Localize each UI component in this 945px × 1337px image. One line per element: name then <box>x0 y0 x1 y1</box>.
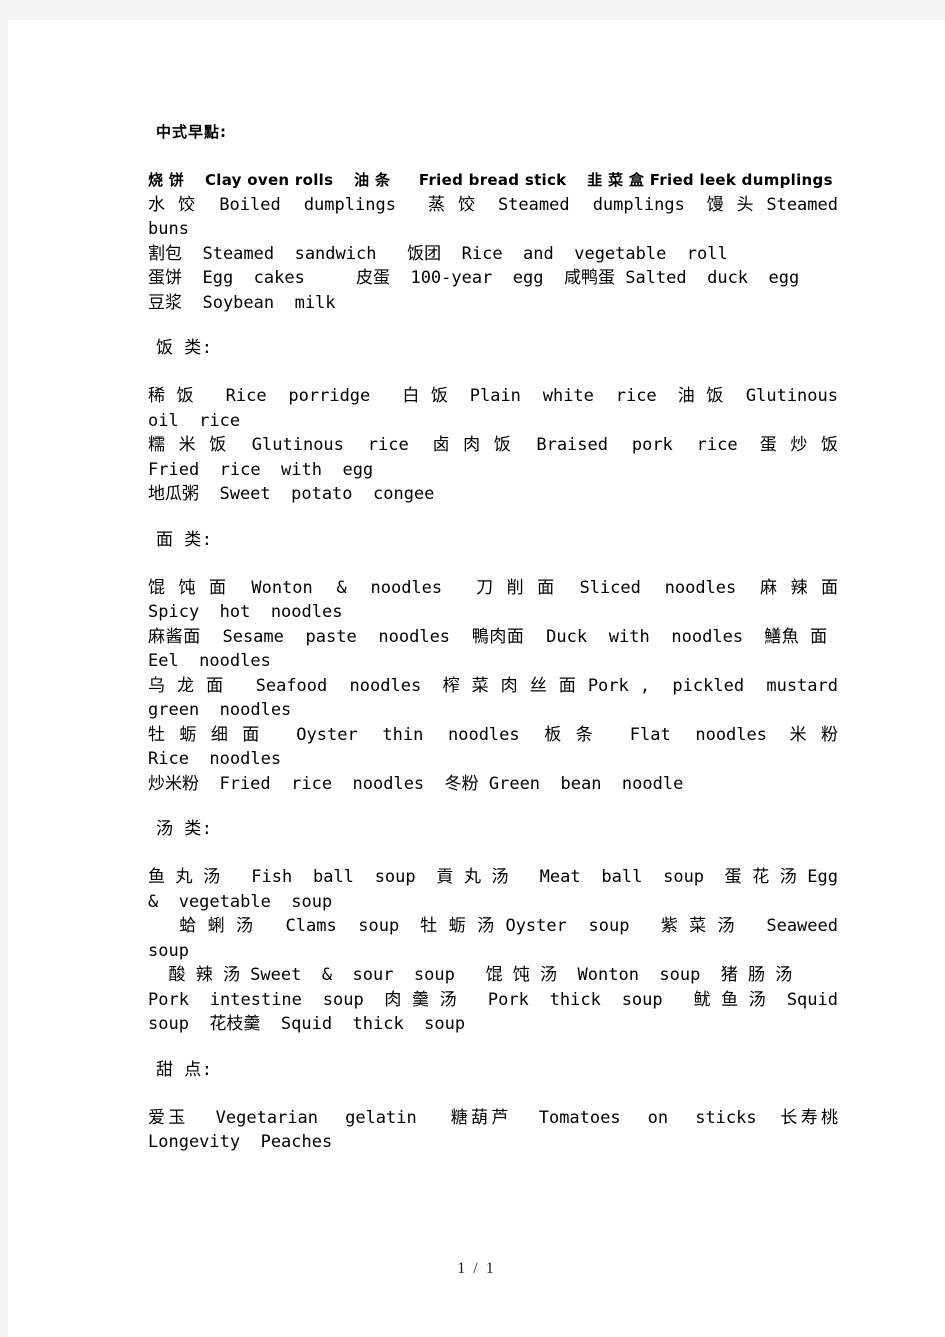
section-heading-noodles: 面 类: <box>156 529 213 550</box>
menu-line: Pork intestine soup 肉 羹 汤 Pork thick sou… <box>148 989 859 1035</box>
menu-line: 地瓜粥 Sweet potato congee <box>148 484 435 504</box>
menu-line: 蛤 蜊 汤 Clams soup 牡 蛎 汤 Oyster soup 紫 菜 汤… <box>148 916 859 961</box>
document-body: 中式早點: 烧 饼 Clay oven rolls 油 条 Fried brea… <box>148 120 838 1155</box>
section-dessert: 甜 点: 爱玉 Vegetarian gelatin 糖葫芦 Tomatoes … <box>148 1058 838 1155</box>
menu-line: 馄 饨 面 Wonton & noodles 刀 削 面 Sliced nood… <box>148 577 849 623</box>
section-breakfast: 中式早點: 烧 饼 Clay oven rolls 油 条 Fried brea… <box>148 120 838 315</box>
menu-line: 蛋饼 Egg cakes 皮蛋 100-year egg 咸鸭蛋 Salted … <box>148 268 800 288</box>
section-heading-rice: 饭 类: <box>156 338 213 358</box>
menu-line: 稀 饭 Rice porridge 白 饭 Plain white rice 油… <box>148 386 859 431</box>
menu-line: 牡 蛎 细 面 Oyster thin noodles 板 条 Flat noo… <box>148 724 859 770</box>
document-page: 中式早點: 烧 饼 Clay oven rolls 油 条 Fried brea… <box>8 20 945 1337</box>
menu-line: 炒米粉 Fried rice noodles 冬粉 Green bean noo… <box>148 773 684 794</box>
section-rice: 饭 类: 稀 饭 Rice porridge 白 饭 Plain white r… <box>148 336 838 507</box>
menu-line: 爱玉 Vegetarian gelatin 糖葫芦 Tomatoes on st… <box>148 1107 849 1153</box>
menu-line: 烧 饼 Clay oven rolls 油 条 Fried bread stic… <box>148 171 833 189</box>
menu-line: 酸 辣 汤 Sweet & sour soup 馄 饨 汤 Wonton sou… <box>148 965 793 985</box>
menu-line: 麻酱面 Sesame paste noodles 鴨肉面 Duck with n… <box>148 626 859 672</box>
page-number-footer: 1 / 1 <box>457 1260 496 1277</box>
section-soup: 汤 类: 鱼 丸 汤 Fish ball soup 貢 丸 汤 Meat bal… <box>148 817 838 1037</box>
section-noodles: 面 类: 馄 饨 面 Wonton & noodles 刀 削 面 Sliced… <box>148 528 838 797</box>
menu-line: 鱼 丸 汤 Fish ball soup 貢 丸 汤 Meat ball sou… <box>148 867 859 912</box>
menu-line: 豆浆 Soybean milk <box>148 292 336 313</box>
menu-line: 糯 米 饭 Glutinous rice 卤 肉 饭 Braised pork … <box>148 435 849 480</box>
menu-line: 水 饺 Boiled dumplings 蒸 饺 Steamed dumplin… <box>148 194 859 240</box>
menu-line: 割包 Steamed sandwich 饭团 Rice and vegetabl… <box>148 243 728 264</box>
section-heading-soup: 汤 类: <box>156 819 213 839</box>
menu-line: 乌 龙 面 Seafood noodles 榨 菜 肉 丝 面 Pork , p… <box>148 675 859 721</box>
section-heading-dessert: 甜 点: <box>156 1059 213 1080</box>
page-title: 中式早點: <box>156 123 227 141</box>
